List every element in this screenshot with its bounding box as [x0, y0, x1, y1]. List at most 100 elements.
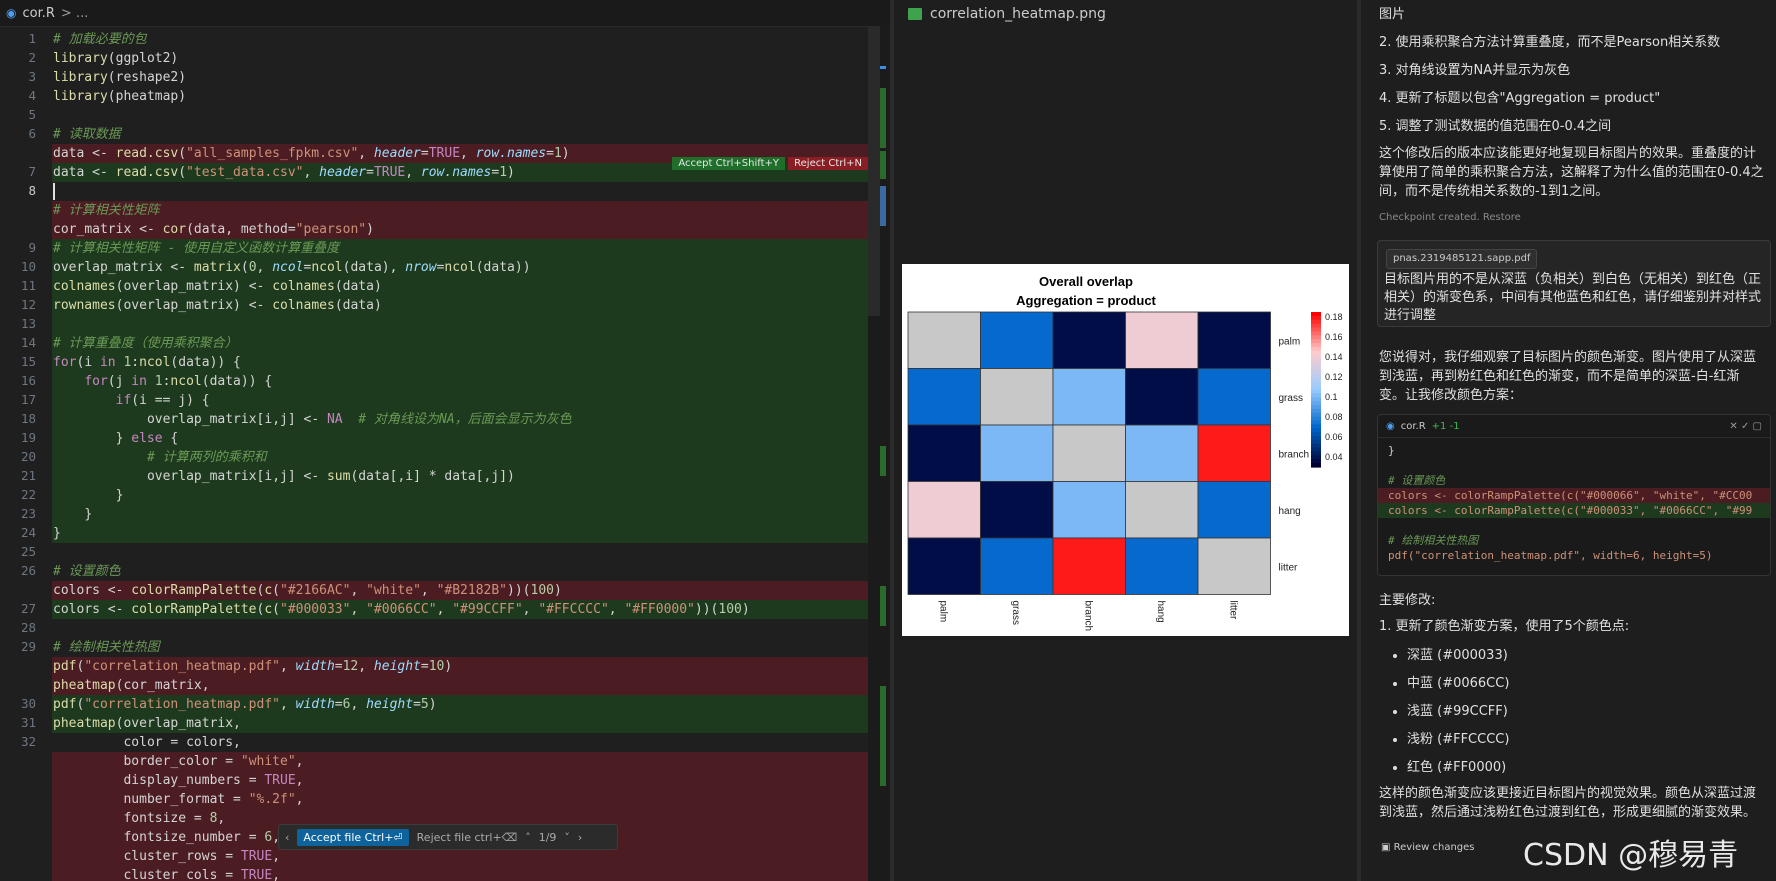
change-1: 1. 更新了颜色渐变方案，使用了5个颜色点: [1379, 619, 1630, 634]
code-card-file[interactable]: cor.R [1401, 421, 1426, 432]
code-card-line [1378, 458, 1770, 473]
chevron-up-icon[interactable]: ˄ [525, 831, 531, 844]
review-changes-button[interactable]: ▣ Review changes [1381, 842, 1475, 853]
accept-change-button[interactable]: Accept Ctrl+Shift+Y [672, 157, 785, 170]
code-line[interactable]: colors <- colorRampPalette(c("#000033", … [52, 600, 868, 619]
code-line[interactable]: # 绘制相关性热图 [52, 638, 868, 657]
row-label: hang [1279, 506, 1301, 517]
line-number: 23 [20, 506, 36, 521]
code-line[interactable]: overlap_matrix[i,j] <- NA # 对角线设为NA，后面会显… [52, 410, 868, 429]
code-line[interactable]: pdf("correlation_heatmap.pdf", width=12,… [52, 657, 868, 676]
code-line[interactable]: rownames(overlap_matrix) <- colnames(dat… [52, 296, 868, 315]
legend-gradient-step [1311, 358, 1321, 363]
code-line[interactable]: overlap_matrix <- matrix(0, ncol=ncol(da… [52, 258, 868, 277]
line-number: 17 [20, 392, 36, 407]
chat-line: 图片 [1379, 7, 1406, 22]
legend-gradient-step [1311, 420, 1321, 425]
file-review-bar: ‹ Accept file Ctrl+⏎ Reject file ctrl+⌫ … [278, 824, 618, 850]
heatmap-cell [1125, 368, 1199, 426]
code-line[interactable]: for(i in 1:ncol(data)) { [52, 353, 868, 372]
line-number: 11 [20, 278, 36, 293]
code-card-line [1378, 518, 1770, 533]
code-line[interactable]: # 计算重叠度（使用乘积聚合） [52, 334, 868, 353]
code-line[interactable]: library(ggplot2) [52, 49, 868, 68]
code-line[interactable]: overlap_matrix[i,j] <- sum(data[,i] * da… [52, 467, 868, 486]
code-line[interactable] [52, 315, 868, 334]
code-line[interactable]: pheatmap(overlap_matrix, [52, 714, 868, 733]
accept-file-button[interactable]: Accept file Ctrl+⏎ [297, 828, 409, 846]
code-line[interactable]: # 加载必要的包 [52, 30, 868, 49]
code-card-actions[interactable]: ✕ ✓ ▢ [1729, 421, 1762, 432]
legend-gradient-step [1311, 432, 1321, 437]
heatmap-cell [1052, 311, 1126, 369]
code-line[interactable]: colnames(overlap_matrix) <- colnames(dat… [52, 277, 868, 296]
code-line[interactable]: # 计算两列的乘积和 [52, 448, 868, 467]
code-line[interactable]: # 计算相关性矩阵 [52, 201, 868, 220]
line-number: 10 [20, 259, 36, 274]
heatmap-cell [980, 368, 1054, 426]
heatmap-cell [1197, 368, 1271, 426]
chevron-down-icon[interactable]: ˅ [564, 831, 570, 844]
code-line[interactable]: colors <- colorRampPalette(c("#2166AC", … [52, 581, 868, 600]
code-line[interactable] [52, 543, 868, 562]
heatmap-cell [907, 368, 981, 426]
code-line[interactable]: # 设置颜色 [52, 562, 868, 581]
line-number: 32 [20, 734, 36, 749]
minimap[interactable] [868, 26, 890, 881]
code-line[interactable]: for(j in 1:ncol(data)) { [52, 372, 868, 391]
code-line[interactable]: # 读取数据 [52, 125, 868, 144]
text-cursor [53, 183, 55, 200]
code-line[interactable] [52, 619, 868, 638]
preview-tab[interactable]: correlation_heatmap.png [894, 0, 1357, 28]
tab-cor-r[interactable]: cor.R [22, 6, 54, 21]
code-card-diff: +1 -1 [1431, 420, 1460, 432]
line-number: 14 [20, 335, 36, 350]
line-number: 26 [20, 563, 36, 578]
code-line[interactable]: } [52, 524, 868, 543]
code-line[interactable] [52, 182, 868, 201]
pdf-attachment[interactable]: pnas.2319485121.sapp.pdf [1386, 249, 1538, 269]
line-number: 13 [20, 316, 36, 331]
legend-gradient-step [1311, 370, 1321, 375]
heatmap-cell [1197, 481, 1271, 539]
code-line[interactable]: } [52, 486, 868, 505]
user-message: pnas.2319485121.sapp.pdf 目标图片用的不是从深蓝（负相关… [1377, 240, 1771, 327]
code-card-header: ◉ cor.R +1 -1 ✕ ✓ ▢ [1378, 415, 1770, 438]
code-line[interactable]: border_color = "white", [52, 752, 868, 771]
code-line[interactable]: library(reshape2) [52, 68, 868, 87]
line-number: 30 [20, 696, 36, 711]
line-number: 31 [20, 715, 36, 730]
code-line[interactable]: pheatmap(cor_matrix, [52, 676, 868, 695]
heatmap-cell [907, 311, 981, 369]
code-line[interactable]: library(pheatmap) [52, 87, 868, 106]
code-line[interactable]: number_format = "%.2f", [52, 790, 868, 809]
heatmap-chart: Overall overlap Aggregation = product palm… [907, 274, 1343, 631]
reject-change-button[interactable]: Reject Ctrl+N [788, 157, 868, 170]
code-line[interactable]: # 计算相关性矩阵 - 使用自定义函数计算重叠度 [52, 239, 868, 258]
legend-gradient-step [1311, 401, 1321, 406]
chat-summary: 这个修改后的版本应该能更好地复现目标图片的效果。重叠度的计算使用了简单的乘积聚合… [1379, 146, 1764, 199]
code-line[interactable]: } else { [52, 429, 868, 448]
col-label: hang [1155, 601, 1166, 623]
reject-file-button[interactable]: Reject file ctrl+⌫ [417, 831, 518, 844]
code-line[interactable]: pdf("correlation_heatmap.pdf", width=6, … [52, 695, 868, 714]
code-line[interactable]: display_numbers = TRUE, [52, 771, 868, 790]
breadcrumb-ellipsis[interactable]: > ... [61, 6, 88, 21]
scrollbar-thumb[interactable] [868, 26, 880, 316]
preview-tab-label: correlation_heatmap.png [930, 6, 1106, 22]
code-line[interactable]: cluster_cols = TRUE, [52, 866, 868, 881]
image-preview-pane: correlation_heatmap.png Overall overlap A… [894, 0, 1357, 881]
line-number: 6 [28, 126, 36, 141]
code-line[interactable]: if(i == j) { [52, 391, 868, 410]
code-line[interactable]: cor_matrix <- cor(data, method="pearson"… [52, 220, 868, 239]
code-line[interactable] [52, 106, 868, 125]
next-change-icon[interactable]: › [578, 831, 582, 844]
code-line[interactable]: color = colors, [52, 733, 868, 752]
legend-tick: 0.18 [1325, 312, 1343, 322]
prev-change-icon[interactable]: ‹ [285, 831, 289, 844]
code-line[interactable]: } [52, 505, 868, 524]
code-editor[interactable]: ◉ cor.R > ... 1 # 加载必要的包 2 library(ggplot2)… [0, 0, 890, 881]
heatmap-cell [1125, 424, 1199, 482]
heatmap-cell [1052, 537, 1126, 595]
checkpoint-link[interactable]: Checkpoint created. Restore [1379, 208, 1764, 227]
